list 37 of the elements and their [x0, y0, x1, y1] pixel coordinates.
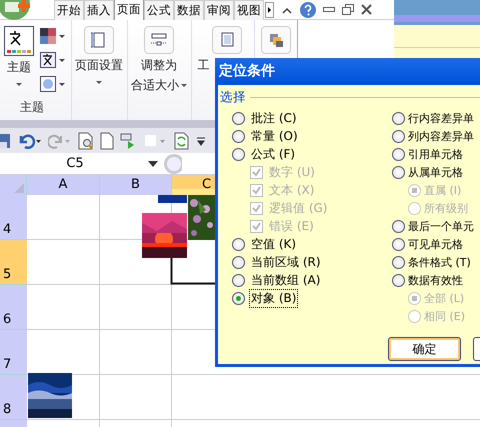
- group-label: 主题: [20, 99, 44, 116]
- option-label[interactable]: 批注 (C): [249, 108, 299, 128]
- option-label[interactable]: 当前数组 (A): [249, 270, 322, 290]
- option-label[interactable]: 对象 (B): [249, 288, 298, 308]
- option-label[interactable]: 从属单元格: [407, 164, 464, 180]
- option-label[interactable]: 可见单元格: [407, 236, 464, 252]
- column-header[interactable]: B: [100, 175, 172, 195]
- ribbon-tab[interactable]: 开始: [54, 0, 84, 20]
- option-label[interactable]: 公式 (F): [249, 144, 298, 164]
- scale-to-fit-button[interactable]: 调整为 合适大小: [131, 26, 188, 94]
- ribbon-tab[interactable]: 视图: [234, 0, 264, 20]
- group-label: 选择: [220, 89, 246, 106]
- ribbon-tab[interactable]: 页面: [114, 0, 144, 20]
- ribbon-tab[interactable]: 公式: [144, 0, 174, 20]
- row-header[interactable]: 6: [0, 285, 27, 330]
- column-header[interactable]: A: [27, 175, 100, 195]
- row-header[interactable]: 7: [0, 330, 27, 375]
- dialog-title: 定位条件: [215, 58, 480, 85]
- option-label[interactable]: 常量 (O): [249, 126, 300, 146]
- row-header[interactable]: 5: [0, 240, 27, 285]
- ribbon-tab[interactable]: 数据: [174, 0, 204, 20]
- name-box[interactable]: C5: [0, 156, 144, 171]
- option-label[interactable]: 条件格式 (T): [407, 254, 472, 270]
- option-label[interactable]: 行内容差异单: [407, 110, 475, 126]
- page-setup-button[interactable]: 页面设置: [75, 26, 124, 84]
- row-header[interactable]: 8: [0, 375, 27, 420]
- option-label[interactable]: 数据有效性: [407, 272, 464, 288]
- option-label[interactable]: 当前区域 (R): [249, 252, 323, 272]
- option-label[interactable]: 列内容差异单: [407, 128, 475, 144]
- themes-button[interactable]: 主题: [4, 26, 34, 86]
- option-label[interactable]: 空值 (K): [249, 234, 298, 254]
- ok-button[interactable]: 确定: [388, 337, 461, 361]
- ribbon-tab[interactable]: 审阅: [204, 0, 234, 20]
- option-label[interactable]: 引用单元格: [407, 146, 464, 162]
- ribbon-tab[interactable]: 插入: [84, 0, 114, 20]
- row-header[interactable]: 4: [0, 195, 27, 240]
- option-label[interactable]: 最后一个单元: [407, 218, 475, 234]
